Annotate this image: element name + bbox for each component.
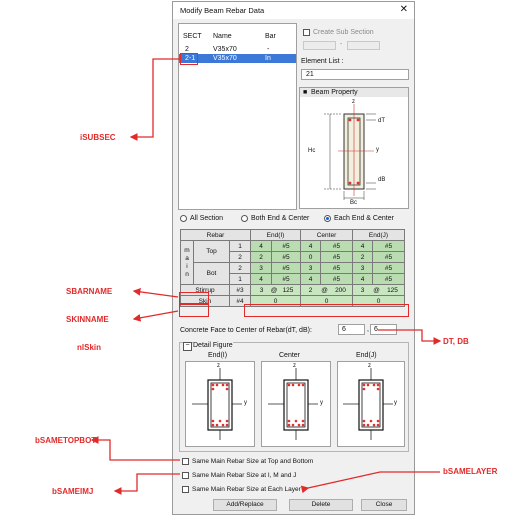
annotation-bsametopbot: bSAMETOPBOT [35,436,97,445]
annotation-dt-db: DT, DB [443,337,469,346]
annotation-isubsec: iSUBSEC [80,133,116,142]
annotation-skinname: SKINNAME [66,315,109,324]
annotation-bsameimj: bSAMEIMJ [52,487,94,496]
annotation-bsamelayer: bSAMELAYER [443,467,498,476]
annotation-nlskin: nlSkin [77,343,102,352]
annotation-sbarname: SBARNAME [66,287,113,296]
